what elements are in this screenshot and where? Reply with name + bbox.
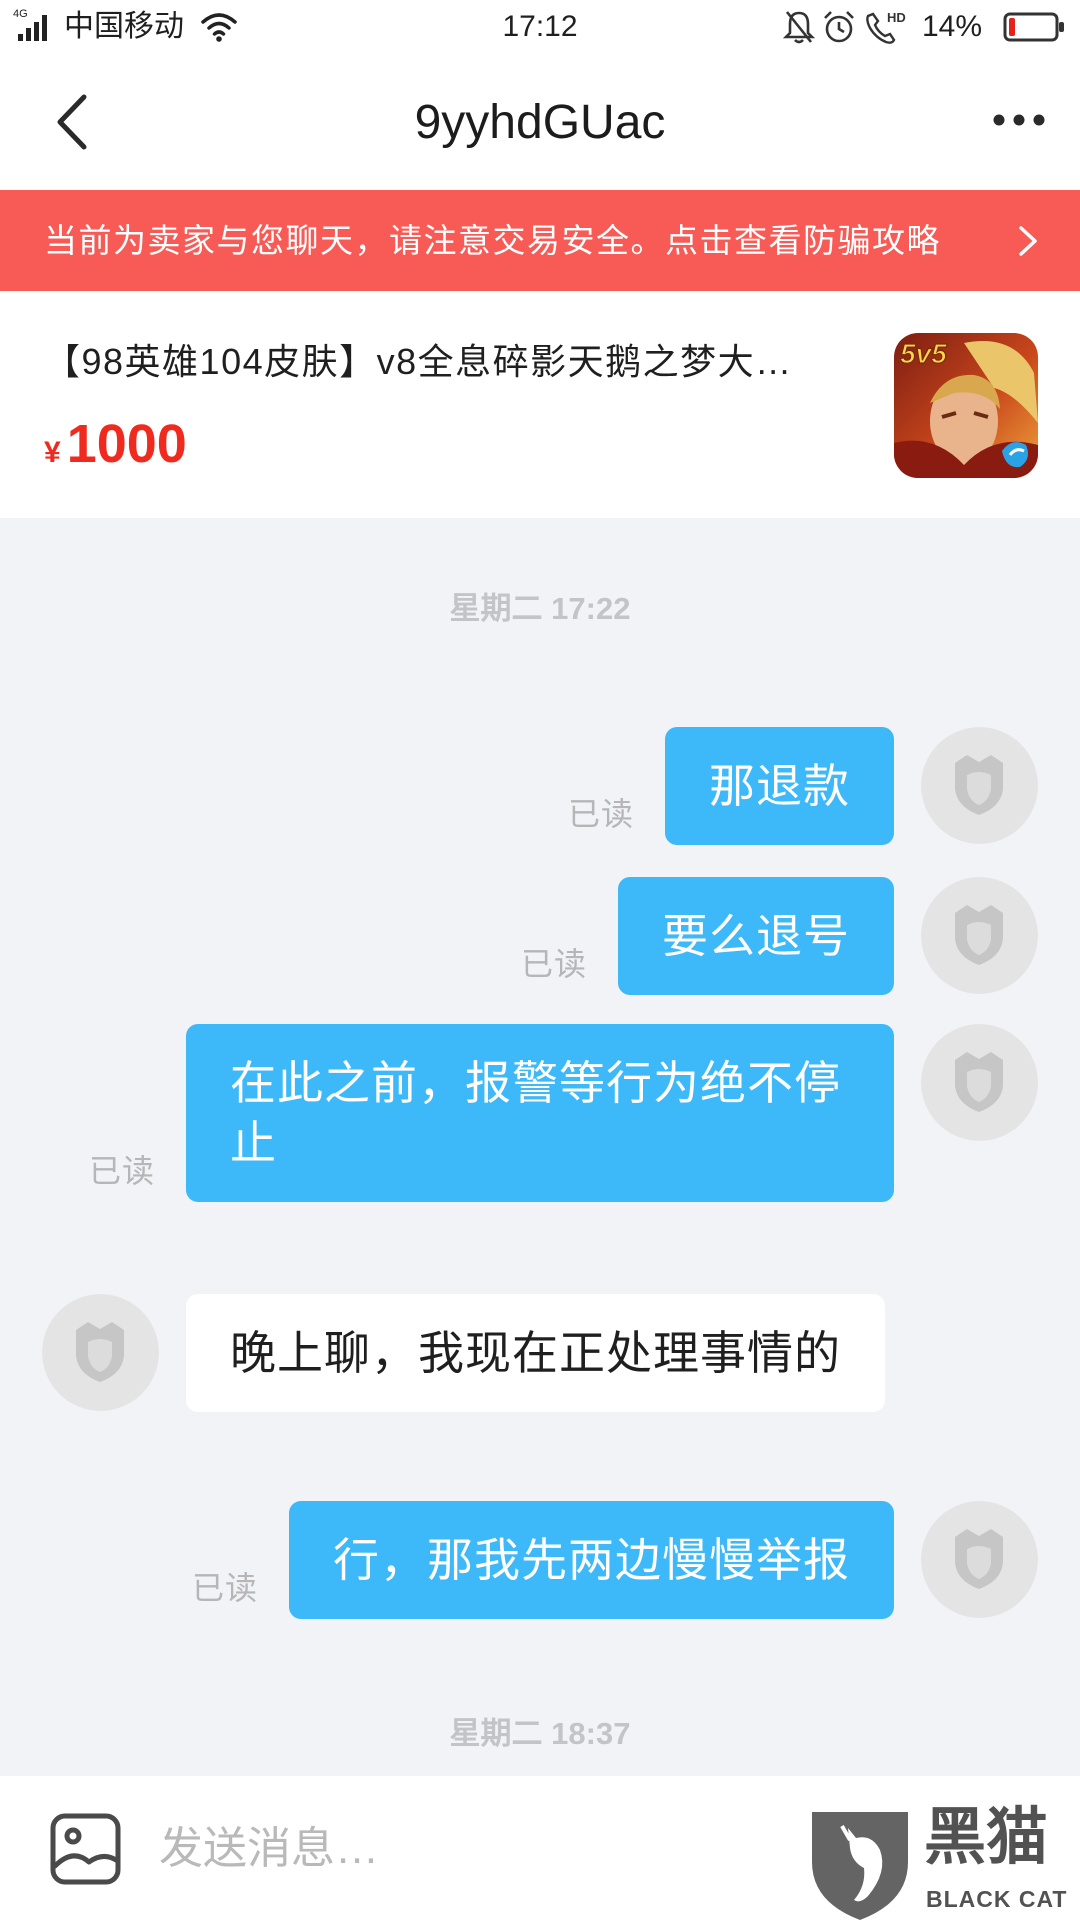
message-bubble-sent[interactable]: 行，那我先两边慢慢举报 [289, 1501, 894, 1619]
image-picker-button[interactable] [49, 1812, 122, 1886]
product-card[interactable]: 【98英雄104皮肤】v8全息碎影天鹅之梦大… ¥1000 5v5 [0, 291, 1080, 518]
banner-text: 当前为卖家与您聊天，请注意交易安全。点击查看防骗攻略 [44, 222, 941, 259]
battery-percent: 14% [922, 10, 983, 43]
avatar-placeholder-icon [42, 1294, 159, 1411]
product-thumbnail[interactable]: 5v5 [894, 333, 1038, 478]
product-title: 【98英雄104皮肤】v8全息碎影天鹅之梦大… [44, 341, 793, 382]
read-status: 已读 [88, 1153, 155, 1189]
read-status: 已读 [520, 946, 587, 982]
image-icon [50, 1813, 121, 1885]
seller-avatar[interactable] [42, 1294, 159, 1411]
my-avatar[interactable] [921, 1501, 1038, 1618]
message-bubble-sent[interactable]: 在此之前，报警等行为绝不停止 [186, 1024, 894, 1202]
chat-header: 9yyhdGUac [0, 55, 1080, 190]
safety-warning-banner[interactable]: 当前为卖家与您聊天，请注意交易安全。点击查看防骗攻略 [0, 190, 1080, 291]
price-value: 1000 [66, 414, 187, 474]
thumbnail-badge: 5v5 [900, 338, 947, 369]
alarm-icon [824, 11, 854, 43]
chat-timestamp: 星期二 18:37 [449, 1716, 631, 1751]
page-title: 9yyhdGUac [414, 96, 666, 149]
product-price: ¥1000 [44, 413, 187, 475]
my-avatar[interactable] [921, 877, 1038, 994]
message-bubble-sent[interactable]: 那退款 [665, 727, 894, 845]
battery-icon [1003, 12, 1064, 42]
bell-off-icon [783, 11, 815, 44]
more-dots-icon [993, 114, 1045, 126]
clock-time: 17:12 [502, 10, 578, 43]
message-input[interactable] [159, 1822, 779, 1876]
my-avatar[interactable] [921, 1024, 1038, 1141]
read-status: 已读 [567, 796, 634, 832]
more-button[interactable] [990, 100, 1050, 140]
avatar-placeholder-icon [921, 1024, 1038, 1141]
my-avatar[interactable] [921, 727, 1038, 844]
message-input-bar [0, 1776, 1080, 1920]
avatar-placeholder-icon [921, 877, 1038, 994]
avatar-placeholder-icon [921, 727, 1038, 844]
message-row: 晚上聊，我现在正处理事情的 [42, 1294, 885, 1412]
message-row: 已读 在此之前，报警等行为绝不停止 [89, 1024, 1038, 1202]
avatar-placeholder-icon [921, 1501, 1038, 1618]
chat-timestamp: 星期二 17:22 [449, 591, 631, 626]
message-bubble-received[interactable]: 晚上聊，我现在正处理事情的 [186, 1294, 885, 1412]
chevron-left-icon [57, 94, 87, 150]
message-bubble-sent[interactable]: 要么退号 [618, 877, 894, 995]
message-row: 已读 行，那我先两边慢慢举报 [192, 1501, 1038, 1619]
message-row: 已读 要么退号 [521, 877, 1038, 995]
back-button[interactable] [44, 85, 104, 160]
hd-badge: HD [887, 10, 906, 25]
chat-area[interactable]: 星期二 17:22 已读 那退款 已读 要么退号 已读 在此之前，报警等行为绝不… [0, 518, 1080, 1776]
read-status: 已读 [191, 1570, 258, 1606]
price-currency: ¥ [44, 436, 61, 469]
battery-level-fill [1009, 18, 1015, 36]
message-row: 已读 那退款 [568, 727, 1038, 845]
chevron-right-icon [1019, 226, 1037, 256]
hd-call-icon: HD [866, 10, 906, 44]
status-bar: 4G 中国移动 17:12 HD 14% [0, 0, 1080, 55]
